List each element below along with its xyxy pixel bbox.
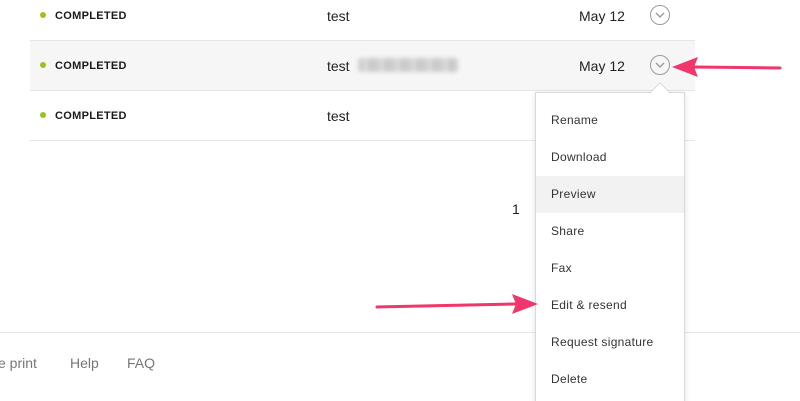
chevron-down-icon bbox=[655, 12, 665, 18]
footer-link-print[interactable]: e print bbox=[0, 355, 37, 371]
menu-item-fax[interactable]: Fax bbox=[536, 250, 684, 287]
menu-item-preview[interactable]: Preview bbox=[536, 176, 684, 213]
footer-link-help[interactable]: Help bbox=[70, 355, 99, 371]
row-actions-menu: Rename Download Preview Share Fax Edit &… bbox=[535, 82, 685, 401]
status-dot bbox=[40, 62, 46, 68]
document-name[interactable]: test bbox=[327, 41, 350, 91]
status-label: COMPLETED bbox=[55, 10, 127, 22]
menu-item-delete[interactable]: Delete bbox=[536, 361, 684, 398]
status-dot bbox=[40, 12, 46, 18]
status-dot bbox=[40, 112, 46, 118]
menu-item-share[interactable]: Share bbox=[536, 213, 684, 250]
row-menu-button[interactable] bbox=[650, 55, 670, 75]
chevron-down-icon bbox=[655, 62, 665, 68]
redacted-text bbox=[358, 58, 458, 72]
menu-item-edit-resend[interactable]: Edit & resend bbox=[536, 287, 684, 324]
pagination-current-page[interactable]: 1 bbox=[512, 201, 520, 217]
document-date: May 12 bbox=[579, 8, 625, 24]
document-date: May 12 bbox=[579, 58, 625, 74]
arrow-to-edit-resend-icon bbox=[375, 294, 538, 314]
document-row[interactable]: COMPLETED test May 12 bbox=[30, 41, 695, 91]
menu-item-download[interactable]: Download bbox=[536, 139, 684, 176]
row-menu-button[interactable] bbox=[650, 5, 670, 25]
status-label: COMPLETED bbox=[55, 110, 127, 122]
status-label: COMPLETED bbox=[55, 60, 127, 72]
footer-link-faq[interactable]: FAQ bbox=[127, 355, 155, 371]
menu-item-rename[interactable]: Rename bbox=[536, 102, 684, 139]
document-row[interactable]: COMPLETED test May 12 bbox=[30, 0, 695, 41]
document-name[interactable]: test bbox=[327, 0, 350, 41]
document-name[interactable]: test bbox=[327, 91, 350, 141]
menu-item-request-signature[interactable]: Request signature bbox=[536, 324, 684, 361]
